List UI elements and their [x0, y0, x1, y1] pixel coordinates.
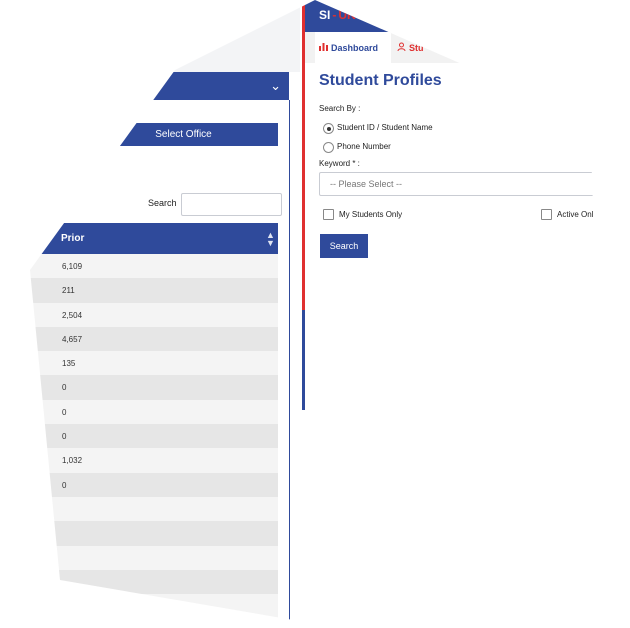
my-students-label[interactable]: My Students Only [339, 210, 402, 219]
panel-border-right [601, 0, 602, 420]
radio-student-id[interactable] [323, 123, 334, 134]
search-button[interactable]: Search [320, 234, 368, 258]
brand-separator: - [332, 8, 337, 22]
table-row: 0 [30, 399, 278, 425]
table-row: 0 [30, 472, 278, 497]
page-title: Student Profiles [319, 72, 442, 89]
tab-bar: Dashboard Stu [305, 32, 600, 63]
prior-cell: 6,109 [62, 262, 83, 271]
bar-chart-icon [319, 42, 328, 53]
table-row: 1,032 [30, 448, 278, 473]
column-header-label: Prior [61, 233, 85, 244]
active-only-label[interactable]: Active Only [557, 210, 597, 219]
prior-cell: 135 [62, 359, 76, 369]
radio-student-id-label[interactable]: Student ID / Student Name [337, 123, 433, 132]
table-row: 211 [30, 278, 278, 303]
chevron-down-icon[interactable]: ⌄ [270, 78, 281, 94]
tab-students[interactable]: Stu [391, 32, 457, 63]
panel-border [289, 100, 290, 628]
prior-cell: 4,657 [62, 334, 83, 344]
tab-dashboard[interactable]: Dashboard [315, 32, 391, 63]
left-topbar [30, 0, 300, 32]
table-row [30, 496, 278, 522]
keyword-label: Keyword * : [319, 159, 360, 168]
keyword-select[interactable]: -- Please Select -- [319, 172, 600, 196]
prior-cell: 2,504 [62, 310, 83, 320]
table-row [30, 545, 278, 570]
left-strip [30, 32, 300, 72]
prior-cell: 0 [62, 432, 67, 442]
table-row: 6,109 [30, 254, 278, 279]
hexagon-frame: ⌄ Select Office Search Prior ▲ ▼ 6,109 21… [30, 0, 602, 628]
radio-phone-number[interactable] [323, 142, 334, 153]
sort-icon[interactable]: ▲ ▼ [266, 231, 275, 248]
table-row: 0 [30, 375, 278, 400]
table-row [30, 569, 278, 595]
brand-uk: UK [338, 8, 356, 22]
user-icon [397, 42, 406, 53]
table-header-prior[interactable]: Prior ▲ ▼ [30, 223, 278, 254]
tab-students-label: Stu [409, 42, 424, 53]
table-row [30, 594, 278, 619]
table-body: 6,109 211 2,504 4,657 135 0 0 0 1,032 0 [30, 254, 278, 628]
prior-cell: 1,032 [62, 456, 83, 466]
table-row: 2,504 [30, 302, 278, 327]
table-row: 4,657 [30, 326, 278, 352]
radio-phone-number-label[interactable]: Phone Number [337, 142, 391, 151]
tab-dashboard-label: Dashboard [331, 42, 379, 53]
my-students-checkbox[interactable] [323, 209, 334, 220]
search-label: Search [148, 198, 177, 208]
brand-si: SI [319, 8, 331, 22]
student-profiles-panel: SI - UK Dashboard Stu Student Profiles S… [305, 0, 602, 628]
panel-header[interactable]: ⌄ [30, 72, 289, 100]
active-only-checkbox[interactable] [541, 209, 552, 220]
table-row [30, 521, 278, 546]
table-row: 135 [30, 351, 278, 376]
table-row [30, 618, 278, 628]
brand-logo[interactable]: SI - UK [319, 8, 356, 22]
prior-cell: 211 [62, 286, 75, 296]
prior-cell: 0 [62, 383, 67, 393]
search-by-label: Search By : [319, 104, 361, 113]
table-row: 0 [30, 424, 278, 449]
brand-bar: SI - UK [305, 0, 600, 32]
prior-cell: 0 [62, 407, 67, 417]
search-input[interactable] [181, 193, 282, 216]
stage: ⌄ Select Office Search Prior ▲ ▼ 6,109 21… [0, 0, 630, 628]
select-office-button[interactable]: Select Office [89, 123, 278, 146]
prior-cell: 0 [62, 480, 67, 490]
office-report-panel: ⌄ Select Office Search Prior ▲ ▼ 6,109 21… [30, 0, 300, 628]
